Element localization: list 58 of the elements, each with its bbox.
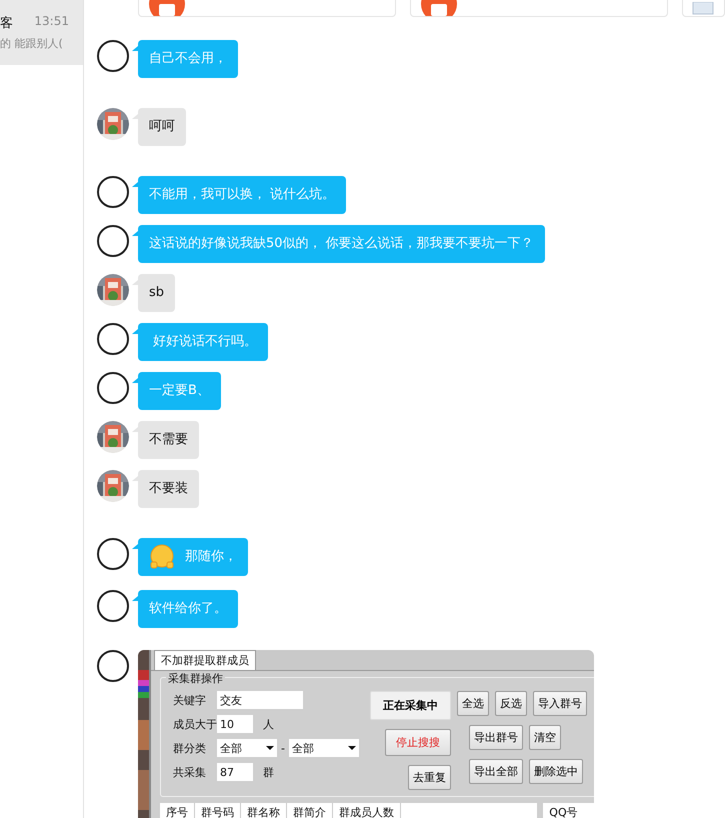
action-button[interactable]: 反选 <box>495 691 527 716</box>
input-field[interactable]: 10 <box>217 715 253 733</box>
avatar-icon[interactable] <box>97 372 129 404</box>
field-label: 共采集 <box>173 764 207 780</box>
action-button[interactable]: 清空 <box>529 725 561 750</box>
action-button[interactable]: 删除选中 <box>529 759 583 784</box>
field-label: 关键字 <box>173 692 207 708</box>
input-field[interactable]: 交友 <box>217 691 303 709</box>
unit-label: 人 <box>263 716 274 732</box>
shopping-bag-icon <box>419 0 459 16</box>
bubble-tail <box>132 427 138 432</box>
column-header[interactable]: 群号码 <box>195 803 241 818</box>
action-button[interactable]: 导出群号 <box>469 725 523 750</box>
dropdown[interactable]: 全部 <box>217 739 277 757</box>
column-header[interactable]: QQ号 <box>543 803 594 818</box>
action-button[interactable]: 停止搜搜 <box>385 729 451 756</box>
dropdown[interactable]: 全部 <box>288 739 359 757</box>
group-title: 采集群操作 <box>166 671 225 686</box>
action-button[interactable]: 去重复 <box>408 765 451 790</box>
document-icon <box>691 2 715 16</box>
bubble-tail <box>132 231 138 236</box>
shop-card[interactable] <box>410 0 668 17</box>
avatar-icon[interactable] <box>97 538 129 570</box>
unit-label: 群 <box>263 764 274 780</box>
window-tab[interactable]: 不加群提取群成员 <box>154 650 256 670</box>
bubble-tail <box>132 280 138 285</box>
message-time: 13:51 <box>34 14 69 30</box>
shopping-bag-icon <box>147 0 187 16</box>
bubble-tail <box>132 596 138 601</box>
avatar-icon[interactable] <box>97 176 129 208</box>
column-header[interactable]: 序号 <box>160 803 195 818</box>
action-button[interactable]: 全选 <box>457 691 489 716</box>
range-separator: - <box>281 742 285 754</box>
avatar-icon[interactable] <box>97 590 129 622</box>
input-field[interactable]: 87 <box>217 763 253 781</box>
avatar-icon[interactable] <box>97 225 129 257</box>
column-header[interactable]: 群简介 <box>287 803 333 818</box>
contact-name: 客 <box>0 15 13 32</box>
bubble-tail <box>132 378 138 383</box>
shop-card[interactable] <box>138 0 396 17</box>
message-preview: 的 能跟别人( <box>0 36 64 51</box>
action-button[interactable]: 导入群号 <box>533 691 587 716</box>
bubble-tail <box>132 544 138 549</box>
column-header[interactable]: 群成员人数 <box>333 803 401 818</box>
conversation-item[interactable]: 客 13:51 的 能跟别人( <box>0 0 83 65</box>
bubble-tail <box>132 182 138 187</box>
avatar-icon[interactable] <box>97 650 129 682</box>
column-header[interactable]: 群名称 <box>241 803 287 818</box>
emoji-icon <box>149 544 175 570</box>
bubble-tail <box>132 114 138 119</box>
avatar-icon[interactable] <box>97 323 129 355</box>
bubble-tail <box>132 46 138 51</box>
bubble-tail <box>132 476 138 481</box>
avatar-icon[interactable] <box>97 40 129 72</box>
action-button[interactable]: 导出全部 <box>469 759 523 784</box>
action-button[interactable]: 正在采集中 <box>370 691 451 720</box>
bubble-tail <box>132 329 138 334</box>
field-label: 群分类 <box>173 740 207 756</box>
